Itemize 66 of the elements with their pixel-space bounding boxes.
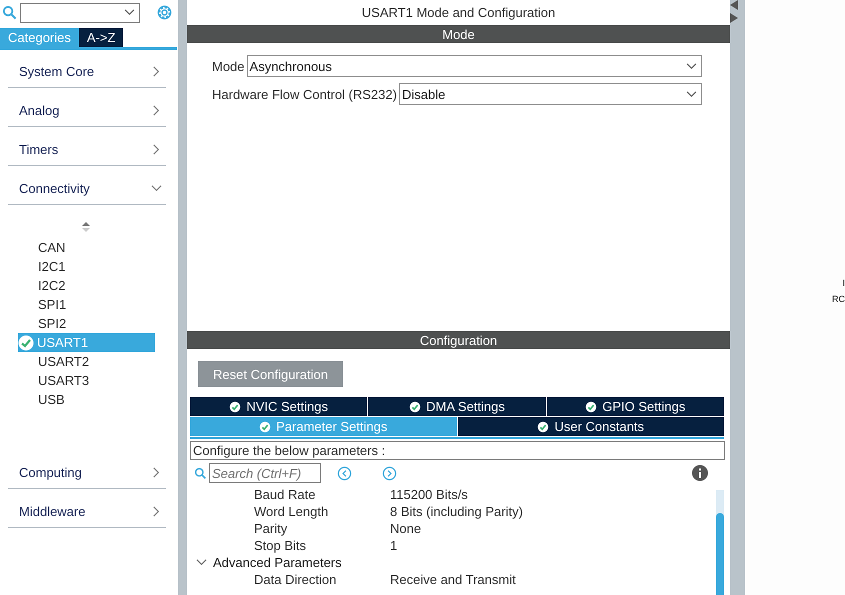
check-icon [409, 400, 422, 412]
peripheral-item[interactable]: SPI1 [18, 295, 155, 314]
parameter-name: Baud Rate [253, 487, 316, 502]
dropdown[interactable]: Asynchronous [246, 55, 702, 77]
canvas-label: RC [832, 294, 845, 304]
check-icon [259, 420, 272, 432]
search-field[interactable]: Search (Ctrl+F) [209, 463, 321, 483]
chevron-icon [151, 467, 162, 478]
chevron-icon [151, 183, 162, 194]
previous-icon[interactable] [337, 466, 352, 480]
parameter-value[interactable]: Receive and Transmit [390, 572, 516, 587]
settings-tab[interactable]: GPIO Settings [546, 397, 724, 416]
parameter-name: Stop Bits [253, 538, 308, 553]
category-item[interactable]: Connectivity [8, 167, 166, 205]
peripheral-item[interactable]: I2C2 [18, 276, 155, 295]
info-icon[interactable] [692, 465, 708, 481]
parameter-name: Parity [253, 521, 288, 536]
peripheral-item[interactable]: I2C1 [18, 257, 155, 276]
parameter-value[interactable]: 1 [390, 538, 398, 553]
check-icon [229, 400, 242, 412]
field-label: Mode [212, 58, 245, 74]
next-icon[interactable] [382, 466, 397, 480]
peripheral-item[interactable]: CAN [18, 238, 155, 257]
sidebar-tab[interactable]: A->Z [78, 28, 124, 47]
parameter-group[interactable]: Advanced Parameters [189, 554, 716, 571]
caret-icon [686, 90, 697, 98]
peripheral-item[interactable]: USART2 [18, 352, 155, 371]
check-icon [537, 420, 550, 432]
category-item[interactable]: Timers [8, 128, 166, 166]
check-icon [585, 400, 598, 412]
parameter-name: Word Length [253, 504, 330, 519]
chevron-icon [196, 557, 207, 568]
category-item[interactable]: Middleware [8, 490, 166, 528]
caret-icon [124, 9, 135, 16]
panel-title: USART1 Mode and Configuration [360, 4, 556, 22]
search-dropdown[interactable] [20, 2, 140, 22]
search-icon [194, 466, 207, 480]
description-text: Configure the below parameters : [190, 441, 725, 460]
chevron-icon [151, 506, 162, 517]
dropdown[interactable]: Disable [398, 83, 702, 105]
sort-icon[interactable] [82, 222, 90, 232]
canvas-label: I [842, 278, 845, 288]
parameter-value[interactable]: 115200 Bits/s [390, 487, 468, 502]
section-header: Configuration [187, 331, 730, 349]
scrollbar[interactable] [716, 490, 724, 595]
settings-tab[interactable]: DMA Settings [368, 397, 546, 416]
category-item[interactable]: System Core [8, 50, 166, 88]
field-label: Hardware Flow Control (RS232) [212, 86, 397, 102]
peripheral-item[interactable]: SPI2 [18, 314, 155, 333]
category-item[interactable]: Analog [8, 89, 166, 127]
settings-icon[interactable] [155, 3, 174, 22]
parameter-value[interactable]: None [390, 521, 422, 536]
chevron-icon [151, 144, 162, 155]
settings-tab[interactable]: NVIC Settings [190, 397, 368, 416]
settings-tab[interactable]: User Constants [458, 417, 724, 436]
section-header: Mode [187, 25, 730, 43]
category-item[interactable]: Computing [8, 451, 166, 489]
chevron-icon [151, 66, 162, 77]
peripheral-item[interactable]: USART3 [18, 371, 155, 390]
caret-icon [686, 62, 697, 70]
search-icon[interactable] [2, 5, 17, 20]
parameter-name: Data Direction [253, 572, 338, 587]
chevron-icon [151, 105, 162, 116]
parameter-value[interactable]: 8 Bits (including Parity) [390, 504, 523, 519]
collapse-arrow-icon[interactable] [730, 0, 738, 24]
peripheral-item[interactable]: USB [18, 390, 155, 409]
